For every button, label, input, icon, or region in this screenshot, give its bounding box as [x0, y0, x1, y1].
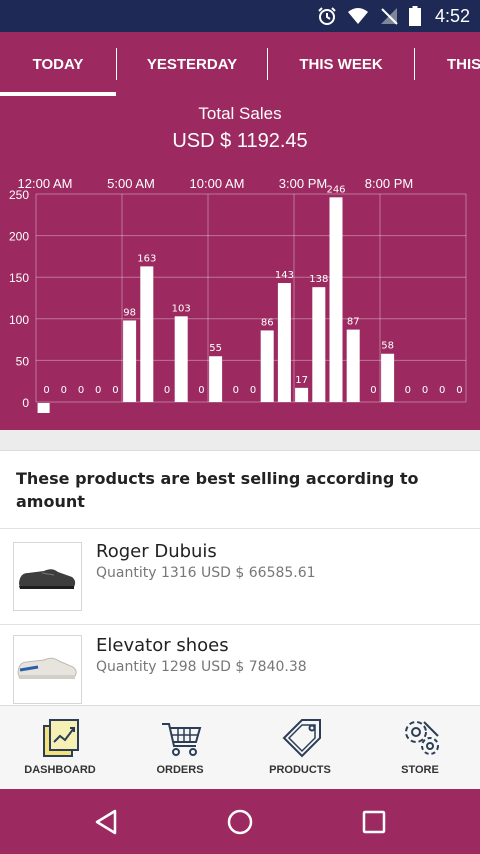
tag-icon — [282, 719, 321, 758]
data-label: 0 — [439, 385, 445, 396]
nav-label: PRODUCTS — [269, 764, 331, 776]
sales-chart-panel: Total Sales USD $ 1192.45 0 50 100 150 200 25… — [0, 96, 480, 430]
data-label: 0 — [61, 385, 67, 396]
data-label: 0 — [422, 385, 428, 396]
home-icon[interactable] — [227, 809, 253, 835]
bar — [174, 316, 188, 402]
data-label: 143 — [275, 270, 294, 281]
tab-yesterday[interactable]: YESTERDAY — [117, 32, 267, 96]
nav-label: DASHBOARD — [24, 764, 96, 776]
no-signal-icon — [380, 8, 398, 25]
shoe-icon — [19, 569, 76, 589]
system-navigation-bar — [0, 789, 480, 854]
y-tick-label: 150 — [9, 271, 29, 285]
cart-icon — [162, 723, 202, 756]
alarm-icon — [318, 7, 336, 25]
bar — [277, 283, 291, 402]
data-label: 138 — [309, 274, 328, 285]
data-label: 0 — [164, 385, 170, 396]
period-tabs: TODAY YESTERDAY THIS WEEK THIS — [0, 32, 480, 96]
bar — [140, 266, 154, 402]
sales-bar-chart: 05010015020025012:00 AM 5:00 AM 10:00 AM 3:… — [9, 176, 467, 413]
nav-label: ORDERS — [156, 764, 204, 776]
product-item[interactable]: Roger Dubuis Quantity 1316 USD $ 66585.6… — [0, 528, 480, 624]
nav-store[interactable]: STORE — [360, 706, 480, 790]
wifi-icon — [347, 8, 368, 24]
data-label: 0 — [233, 385, 239, 396]
data-label: 58 — [381, 341, 394, 352]
x-tick-label: 3:00 PM — [279, 176, 327, 191]
data-label: 0 — [405, 385, 411, 396]
data-label: 103 — [172, 303, 191, 314]
data-label: 0 — [370, 385, 376, 396]
nav-orders[interactable]: ORDERS — [120, 706, 240, 790]
best-selling-card: These products are best selling accordin… — [0, 450, 480, 528]
data-label: 86 — [261, 317, 274, 328]
y-tick-label: 200 — [9, 230, 29, 244]
recent-apps-icon[interactable] — [362, 810, 386, 834]
nav-dashboard[interactable]: DASHBOARD — [0, 706, 120, 790]
status-time: 4:52 — [434, 5, 470, 26]
bottom-navigation: DASHBOARD ORDERS PRODUCTS STORE — [0, 705, 480, 789]
bar — [312, 287, 326, 402]
bar — [123, 320, 137, 402]
y-tick-label: 50 — [16, 354, 30, 368]
tab-this-week[interactable]: THIS WEEK — [268, 32, 414, 96]
bar — [260, 330, 274, 402]
product-meta: Quantity 1316 USD $ 66585.61 — [96, 565, 316, 581]
data-label: 0 — [95, 385, 101, 396]
nav-products[interactable]: PRODUCTS — [240, 706, 360, 790]
bar — [295, 387, 309, 402]
shoe-icon — [17, 657, 77, 679]
x-tick-label: 5:00 AM — [107, 176, 155, 191]
gear-wrench-icon — [405, 721, 439, 755]
data-label: 55 — [209, 343, 222, 354]
product-meta: Quantity 1298 USD $ 7840.38 — [96, 659, 307, 675]
data-label: 17 — [295, 375, 308, 386]
product-name: Elevator shoes — [96, 635, 229, 656]
tab-today[interactable]: TODAY — [0, 32, 116, 96]
battery-icon — [408, 6, 421, 26]
best-selling-text: These products are best selling accordin… — [16, 469, 419, 511]
data-label: 0 — [198, 385, 204, 396]
status-icons: 4:52 — [317, 0, 470, 32]
data-label: 0 — [250, 385, 256, 396]
data-label: 0 — [78, 385, 84, 396]
x-tick-label: 8:00 PM — [365, 176, 413, 191]
x-tick-label: 12:00 AM — [18, 176, 73, 191]
data-label: 0 — [456, 385, 462, 396]
bar — [346, 329, 360, 402]
data-label: 246 — [326, 184, 345, 195]
tab-this-month[interactable]: THIS — [415, 32, 480, 96]
bar — [329, 197, 343, 402]
dashboard-icon — [43, 719, 79, 757]
data-label: 98 — [123, 307, 136, 318]
nav-label: STORE — [401, 764, 439, 776]
bar — [209, 356, 223, 402]
product-thumbnail — [13, 542, 82, 611]
product-name: Roger Dubuis — [96, 541, 217, 562]
y-tick-label: 0 — [22, 396, 29, 410]
bar — [381, 353, 395, 402]
status-bar: 4:52 — [0, 0, 480, 32]
data-label: 163 — [137, 253, 156, 264]
data-label: 87 — [347, 317, 360, 328]
data-label: 0 — [43, 385, 49, 396]
product-thumbnail — [13, 635, 82, 704]
data-label: 0 — [112, 385, 118, 396]
x-tick-label: 10:00 AM — [190, 176, 245, 191]
back-icon[interactable] — [94, 809, 118, 835]
y-tick-label: 100 — [9, 313, 29, 327]
bar — [37, 403, 50, 413]
